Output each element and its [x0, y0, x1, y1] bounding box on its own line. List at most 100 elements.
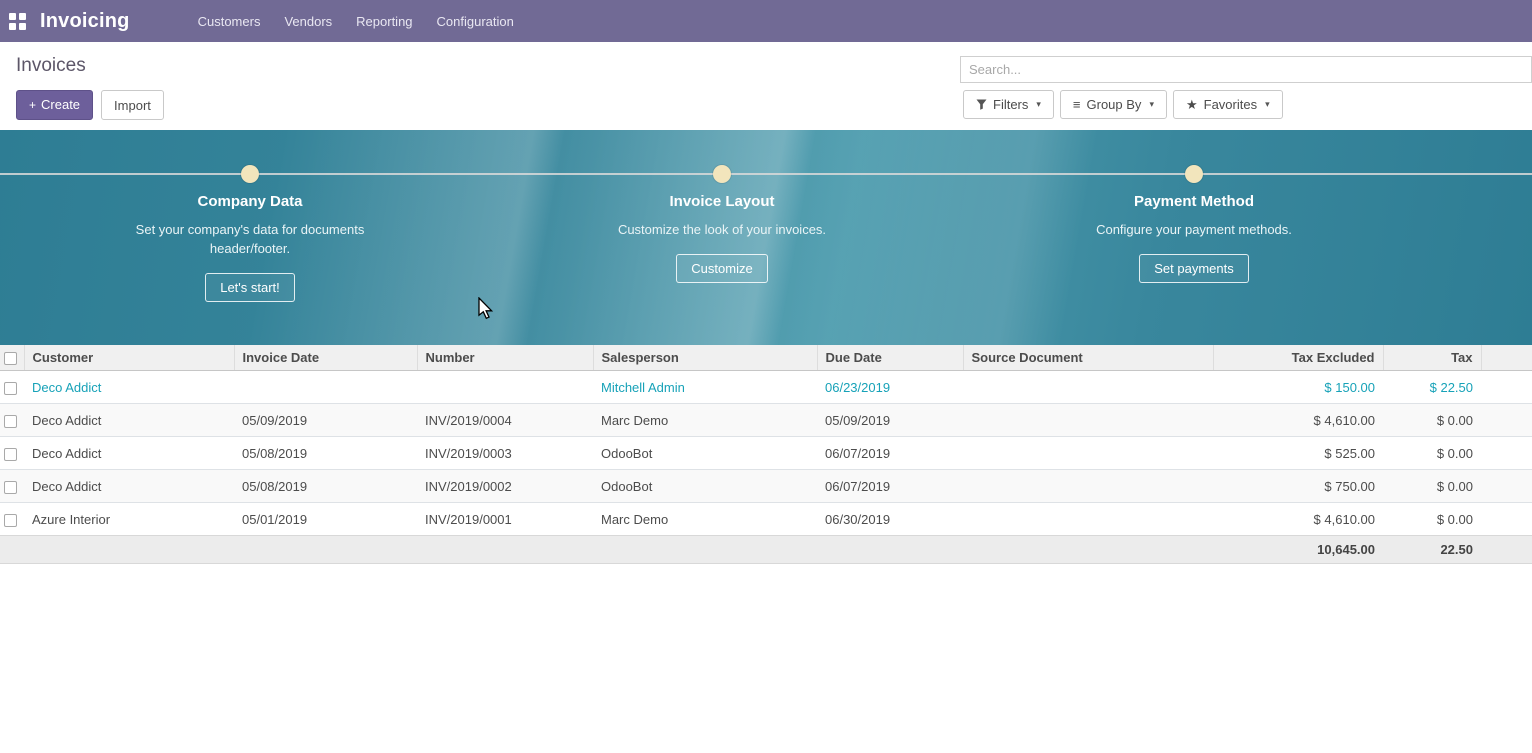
- apps-icon-square: [9, 13, 16, 20]
- cell-source-document: [963, 437, 1213, 470]
- row-checkbox[interactable]: [4, 448, 17, 461]
- onboarding-step-payment-method: Payment Method Configure your payment me…: [1074, 193, 1314, 283]
- cell-tax: $ 0.00: [1383, 470, 1481, 503]
- nav-item-reporting[interactable]: Reporting: [344, 1, 424, 42]
- header-spacer: [1481, 345, 1532, 371]
- create-button-label: Create: [41, 97, 80, 112]
- table-row[interactable]: Deco Addict 05/08/2019 INV/2019/0003 Odo…: [0, 437, 1532, 470]
- cell-spacer: [1481, 437, 1532, 470]
- invoice-table-body: Deco Addict Mitchell Admin 06/23/2019 $ …: [0, 371, 1532, 536]
- create-button[interactable]: + Create: [16, 90, 93, 120]
- plus-icon: +: [29, 98, 36, 112]
- nav-item-customers[interactable]: Customers: [186, 1, 273, 42]
- table-header-row: Customer Invoice Date Number Salesperson…: [0, 345, 1532, 371]
- customize-button[interactable]: Customize: [676, 254, 767, 283]
- cell-customer: Deco Addict: [24, 371, 234, 404]
- apps-icon-square: [19, 23, 26, 30]
- header-salesperson[interactable]: Salesperson: [593, 345, 817, 371]
- set-payments-button[interactable]: Set payments: [1139, 254, 1249, 283]
- cell-due-date: 06/07/2019: [817, 437, 963, 470]
- filter-funnel-icon: [976, 99, 987, 110]
- header-source-document[interactable]: Source Document: [963, 345, 1213, 371]
- import-button[interactable]: Import: [101, 90, 164, 120]
- cell-spacer: [1481, 404, 1532, 437]
- cell-spacer: [1481, 470, 1532, 503]
- cell-invoice-date: [234, 371, 417, 404]
- step-description: Set your company's data for documents he…: [130, 220, 370, 258]
- onboarding-step-invoice-layout: Invoice Layout Customize the look of you…: [602, 193, 842, 283]
- cell-customer: Deco Addict: [24, 470, 234, 503]
- totals-spacer: [0, 536, 1213, 564]
- select-all-checkbox[interactable]: [4, 352, 17, 365]
- cell-invoice-date: 05/09/2019: [234, 404, 417, 437]
- cell-due-date: 06/30/2019: [817, 503, 963, 536]
- cell-number: INV/2019/0003: [417, 437, 593, 470]
- cell-salesperson: Marc Demo: [593, 404, 817, 437]
- lets-start-button[interactable]: Let's start!: [205, 273, 295, 302]
- row-checkbox[interactable]: [4, 514, 17, 527]
- group-by-button[interactable]: ≡ Group By ▾: [1060, 90, 1167, 119]
- step-description: Customize the look of your invoices.: [602, 220, 842, 239]
- cell-tax: $ 0.00: [1383, 437, 1481, 470]
- total-tax: 22.50: [1383, 536, 1481, 564]
- onboarding-step-dot: [241, 165, 259, 183]
- favorites-button[interactable]: ★ Favorites ▾: [1173, 90, 1283, 119]
- action-buttons: + Create Import: [16, 90, 164, 120]
- cell-salesperson: OdooBot: [593, 437, 817, 470]
- header-tax[interactable]: Tax: [1383, 345, 1481, 371]
- step-title: Company Data: [130, 193, 370, 210]
- cell-tax-excluded: $ 525.00: [1213, 437, 1383, 470]
- step-description: Configure your payment methods.: [1074, 220, 1314, 239]
- invoice-table: Customer Invoice Date Number Salesperson…: [0, 345, 1532, 564]
- cell-source-document: [963, 470, 1213, 503]
- cell-salesperson: Mitchell Admin: [593, 371, 817, 404]
- table-row[interactable]: Deco Addict 05/08/2019 INV/2019/0002 Odo…: [0, 470, 1532, 503]
- search-input[interactable]: [961, 57, 1531, 82]
- cell-invoice-date: 05/08/2019: [234, 470, 417, 503]
- header-customer[interactable]: Customer: [24, 345, 234, 371]
- caret-down-icon: ▾: [1149, 99, 1154, 110]
- cell-tax-excluded: $ 4,610.00: [1213, 503, 1383, 536]
- cell-number: INV/2019/0001: [417, 503, 593, 536]
- cell-due-date: 06/07/2019: [817, 470, 963, 503]
- row-checkbox[interactable]: [4, 415, 17, 428]
- onboarding-banner: Company Data Set your company's data for…: [0, 130, 1532, 345]
- row-checkbox[interactable]: [4, 382, 17, 395]
- header-tax-excluded[interactable]: Tax Excluded: [1213, 345, 1383, 371]
- filters-button[interactable]: Filters ▾: [963, 90, 1054, 119]
- cell-customer: Deco Addict: [24, 404, 234, 437]
- header-invoice-date[interactable]: Invoice Date: [234, 345, 417, 371]
- onboarding-progress-line: [0, 173, 1532, 175]
- cell-number: INV/2019/0002: [417, 470, 593, 503]
- filter-bar: Filters ▾ ≡ Group By ▾ ★ Favorites ▾: [963, 90, 1289, 119]
- cell-customer: Deco Addict: [24, 437, 234, 470]
- cell-number: INV/2019/0004: [417, 404, 593, 437]
- apps-menu-icon[interactable]: [9, 13, 26, 30]
- filters-button-label: Filters: [993, 97, 1028, 112]
- onboarding-step-dot: [713, 165, 731, 183]
- cell-tax: $ 22.50: [1383, 371, 1481, 404]
- cell-tax-excluded: $ 4,610.00: [1213, 404, 1383, 437]
- row-checkbox[interactable]: [4, 481, 17, 494]
- app-title[interactable]: Invoicing: [40, 10, 130, 33]
- cell-salesperson: Marc Demo: [593, 503, 817, 536]
- table-row[interactable]: Azure Interior 05/01/2019 INV/2019/0001 …: [0, 503, 1532, 536]
- caret-down-icon: ▾: [1036, 99, 1041, 110]
- cell-source-document: [963, 503, 1213, 536]
- header-due-date[interactable]: Due Date: [817, 345, 963, 371]
- cell-source-document: [963, 404, 1213, 437]
- cell-salesperson: OdooBot: [593, 470, 817, 503]
- table-row[interactable]: Deco Addict 05/09/2019 INV/2019/0004 Mar…: [0, 404, 1532, 437]
- table-row[interactable]: Deco Addict Mitchell Admin 06/23/2019 $ …: [0, 371, 1532, 404]
- apps-icon-square: [19, 13, 26, 20]
- nav-item-configuration[interactable]: Configuration: [425, 1, 526, 42]
- total-tax-excluded: 10,645.00: [1213, 536, 1383, 564]
- step-title: Invoice Layout: [602, 193, 842, 210]
- caret-down-icon: ▾: [1265, 99, 1270, 110]
- page-title: Invoices: [16, 55, 86, 77]
- step-title: Payment Method: [1074, 193, 1314, 210]
- header-number[interactable]: Number: [417, 345, 593, 371]
- group-by-button-label: Group By: [1087, 97, 1142, 112]
- nav-item-vendors[interactable]: Vendors: [272, 1, 344, 42]
- top-navbar: Invoicing Customers Vendors Reporting Co…: [0, 0, 1532, 42]
